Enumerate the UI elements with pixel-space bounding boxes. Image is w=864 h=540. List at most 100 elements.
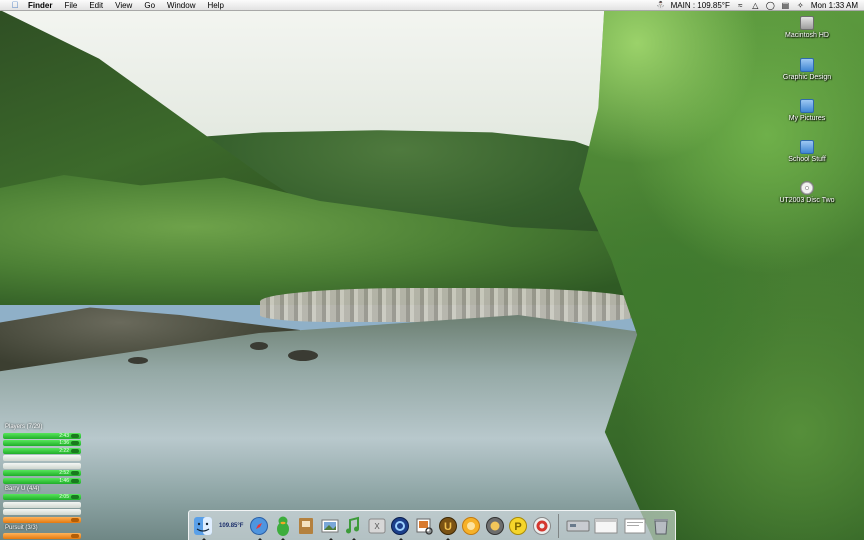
script-menu-icon[interactable]: ⛄ xyxy=(656,1,666,10)
dock-item-finder[interactable] xyxy=(193,514,214,540)
adium-duck-icon xyxy=(276,516,289,536)
svg-text:X: X xyxy=(374,522,380,531)
unreal-tournament-icon: U xyxy=(438,516,457,535)
dock-item-snes-emulator[interactable] xyxy=(461,514,482,538)
widget-group-title: Barry U (4/4) xyxy=(5,485,40,492)
dock-item-address-book[interactable] xyxy=(296,514,317,538)
widget-row[interactable]: 2:52 xyxy=(3,470,81,476)
widget-row[interactable]: 2:43 xyxy=(3,432,81,439)
wallpaper-rock xyxy=(250,342,268,350)
folder-icon xyxy=(800,99,814,113)
dock-item-itunes[interactable] xyxy=(343,514,364,540)
widget-row[interactable] xyxy=(3,501,81,508)
mac-os-x-icon: X xyxy=(368,518,386,533)
svg-text:P: P xyxy=(515,521,522,533)
preview-icon xyxy=(416,518,433,535)
displays-icon[interactable]: ▤ xyxy=(781,1,790,10)
dock-item-trash[interactable] xyxy=(650,514,671,538)
address-book-icon xyxy=(299,517,314,534)
gold-coin-icon: P xyxy=(509,516,528,535)
dock-item-gold-coin[interactable]: P xyxy=(508,514,529,538)
dock-item-minimized-window[interactable] xyxy=(593,514,618,538)
wallpaper-rock xyxy=(128,357,148,364)
buddy-status-widget: Players (7/29) 2:43 1:36 2:22 2:52 1:46 … xyxy=(3,424,81,540)
widget-group-title: Players (7/29) xyxy=(5,424,43,430)
menu-help[interactable]: Help xyxy=(201,0,229,11)
widget-row-time: 2:05 xyxy=(59,494,69,500)
battery-icon[interactable]: ◯ xyxy=(766,1,775,10)
airport-wifi-icon[interactable]: ≈ xyxy=(736,1,745,10)
widget-row[interactable] xyxy=(3,533,81,539)
desktop-icon-graphic-design[interactable]: Graphic Design xyxy=(772,58,842,81)
dock-item-system-preferences[interactable]: X xyxy=(367,514,388,538)
dock: 109.85°F X U P xyxy=(188,510,676,540)
menu-go[interactable]: Go xyxy=(138,0,161,11)
dock-item-preview[interactable] xyxy=(414,514,435,538)
status-dot-icon xyxy=(71,448,79,453)
widget-row[interactable] xyxy=(3,509,81,515)
dock-item-quicktime[interactable] xyxy=(390,514,411,540)
widget-row-time: 1:46 xyxy=(59,477,69,484)
widget-row[interactable]: 2:05 xyxy=(3,494,81,500)
menu-file[interactable]: File xyxy=(58,0,83,11)
widget-row[interactable]: 2:22 xyxy=(3,447,81,454)
itunes-icon xyxy=(346,516,360,533)
desktop-icon-label: Macintosh HD xyxy=(785,32,829,39)
status-dot-icon xyxy=(71,478,79,483)
widget-row[interactable] xyxy=(3,462,81,469)
window-icon xyxy=(594,518,618,533)
wallpaper-rock xyxy=(288,350,318,361)
dock-item-target[interactable] xyxy=(531,514,552,538)
desktop-icon-macintosh-hd[interactable]: Macintosh HD xyxy=(772,16,842,39)
desktop-icon-label: My Pictures xyxy=(788,115,826,122)
dock-item-temperature-monitor[interactable]: 109.85°F xyxy=(217,514,246,538)
temperature-menu-status[interactable]: MAIN : 109.85°F xyxy=(671,1,730,10)
bluetooth-icon[interactable]: ✧ xyxy=(796,1,805,10)
iphoto-icon xyxy=(321,519,339,532)
desktop-icon-ut2003-disc-two[interactable]: UT2003 Disc Two xyxy=(772,181,842,204)
wallpaper-gravel-bar xyxy=(260,288,640,322)
widget-row[interactable]: 1:36 xyxy=(3,440,81,446)
desktop-icon-label: Graphic Design xyxy=(782,74,832,81)
widget-row[interactable]: 1:46 xyxy=(3,477,81,484)
volume-icon[interactable]: △ xyxy=(751,1,760,10)
dock-item-iphoto[interactable] xyxy=(320,514,341,540)
status-dot-icon xyxy=(71,495,79,499)
status-dot-icon xyxy=(71,433,79,438)
apple-menu-icon[interactable]:  xyxy=(8,0,22,11)
menu-app-name[interactable]: Finder xyxy=(22,0,58,11)
menu-clock[interactable]: Mon 1:33 AM xyxy=(811,1,858,10)
status-dot-icon xyxy=(71,517,79,522)
dock-item-safari[interactable] xyxy=(249,514,270,540)
menu-bar:  Finder File Edit View Go Window Help ⛄… xyxy=(0,0,864,11)
system-monitor-icon xyxy=(485,516,504,535)
menu-extras: ⛄ MAIN : 109.85°F ≈ △ ◯ ▤ ✧ Mon 1:33 AM xyxy=(656,0,858,11)
menu-window[interactable]: Window xyxy=(161,0,201,11)
quicktime-icon xyxy=(391,516,410,535)
temperature-monitor-icon: 109.85°F xyxy=(219,522,244,529)
dock-separator xyxy=(558,513,559,538)
svg-text:U: U xyxy=(444,521,452,533)
status-dot-icon xyxy=(71,441,79,445)
cd-disc-icon xyxy=(800,181,814,195)
widget-row-time: 1:36 xyxy=(59,440,69,446)
desktop-icon-my-pictures[interactable]: My Pictures xyxy=(772,99,842,122)
dock-item-adium[interactable] xyxy=(272,514,293,540)
dock-item-system-monitor[interactable] xyxy=(484,514,505,538)
dock-item-unreal-tournament[interactable]: U xyxy=(437,514,458,540)
menu-view[interactable]: View xyxy=(109,0,138,11)
widget-row-time: 2:22 xyxy=(59,447,69,454)
widget-row-time: 2:43 xyxy=(59,432,69,439)
status-dot-icon xyxy=(71,534,79,538)
widget-row[interactable] xyxy=(3,516,81,523)
safari-icon xyxy=(250,516,269,535)
dock-item-document[interactable] xyxy=(622,514,647,538)
document-icon xyxy=(624,518,646,533)
menu-edit[interactable]: Edit xyxy=(83,0,109,11)
dock-item-network[interactable] xyxy=(565,514,590,538)
desktop-wallpaper xyxy=(0,0,864,540)
widget-group-title: Pursuit (3/3) xyxy=(5,524,38,531)
widget-row[interactable] xyxy=(3,455,81,461)
widget-row-time: 2:52 xyxy=(59,470,69,476)
desktop-icon-school-stuff[interactable]: School Stuff xyxy=(772,140,842,163)
